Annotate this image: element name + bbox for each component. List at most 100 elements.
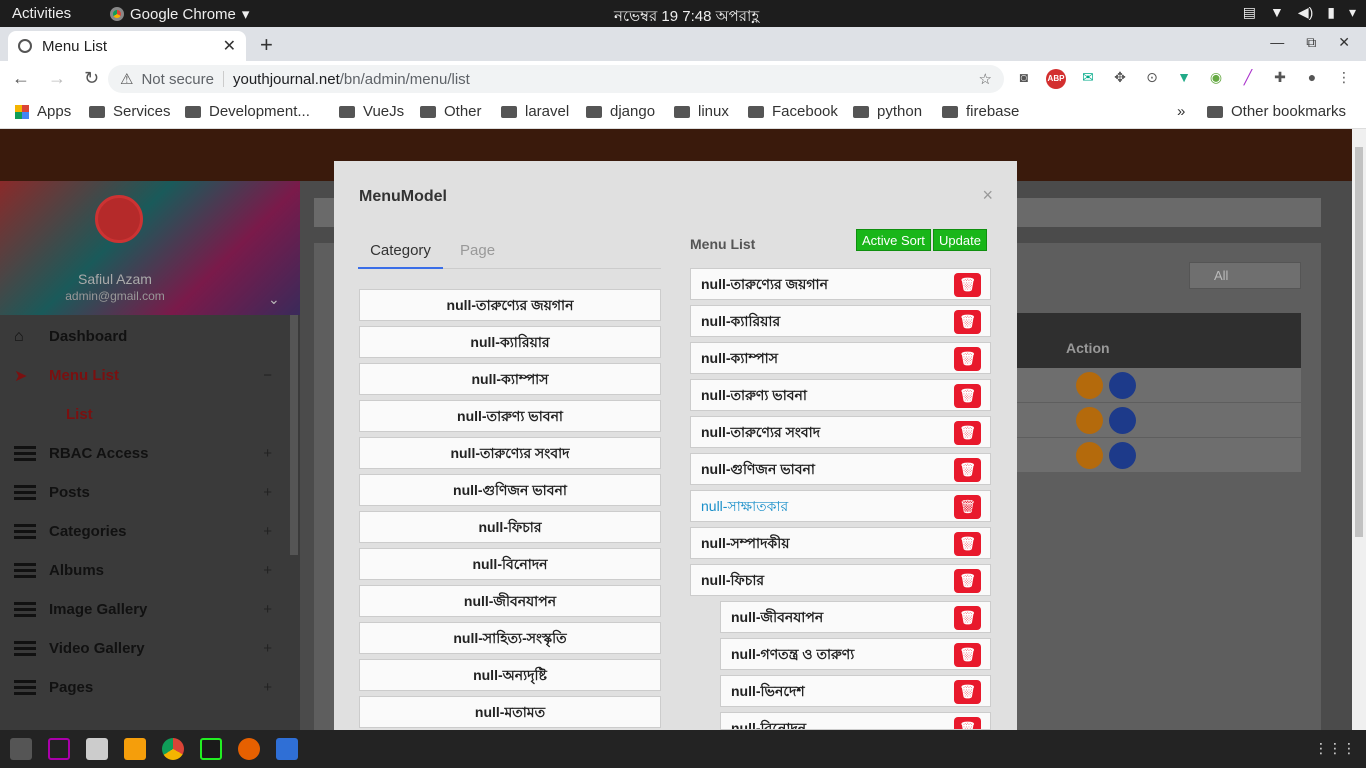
menu-list-item[interactable]: null-ফিচার 🗑 bbox=[690, 564, 991, 596]
menu-list-item[interactable]: null-তারুণ্য ভাবনা 🗑 bbox=[690, 379, 991, 411]
chevron-down-icon[interactable]: ⌄ bbox=[268, 291, 280, 308]
sidebar-item-dashboard[interactable]: ⌂ Dashboard bbox=[0, 317, 290, 356]
profile-icon[interactable]: ● bbox=[1302, 69, 1322, 89]
sublime-icon[interactable] bbox=[124, 738, 146, 760]
page-scrollbar[interactable] bbox=[1352, 129, 1366, 730]
expand-icon[interactable]: + bbox=[263, 445, 272, 462]
bookmark-star-icon[interactable]: ☆ bbox=[979, 70, 992, 88]
firefox-icon[interactable] bbox=[238, 738, 260, 760]
reload-icon[interactable]: ↻ bbox=[84, 68, 99, 89]
bookmark-services[interactable]: Services bbox=[89, 103, 171, 120]
sidebar-item-video-gallery[interactable]: Video Gallery + bbox=[0, 629, 290, 668]
omnibox[interactable]: ⚠ Not secure youthjournal.net/bn/admin/m… bbox=[108, 65, 1004, 93]
volume-icon[interactable]: ◀) bbox=[1298, 4, 1313, 21]
sidebar-item-pages[interactable]: Pages + bbox=[0, 668, 290, 707]
power-menu-icon[interactable]: ▾ bbox=[1349, 4, 1356, 21]
category-item[interactable]: null-ক্যাম্পাস bbox=[359, 363, 661, 395]
tab-page[interactable]: Page bbox=[460, 237, 495, 265]
trash-icon[interactable]: 🗑 bbox=[954, 717, 981, 729]
menu-list-item[interactable]: null-তারুণ্যের জয়গান 🗑 bbox=[690, 268, 991, 300]
sidebar-item-menu-list[interactable]: ➤ Menu List − bbox=[0, 356, 290, 395]
menu-list-item[interactable]: null-গুণিজন ভাবনা 🗑 bbox=[690, 453, 991, 485]
active-sort-button[interactable]: Active Sort bbox=[856, 229, 931, 251]
category-item[interactable]: null-অন্যদৃষ্টি bbox=[359, 659, 661, 691]
expand-icon[interactable]: + bbox=[263, 679, 272, 696]
menu-sub-item[interactable]: null-গণতন্ত্র ও তারুণ্য 🗑 bbox=[720, 638, 991, 670]
sidebar-item-categories[interactable]: Categories + bbox=[0, 512, 290, 551]
minimize-icon[interactable]: — bbox=[1270, 34, 1284, 51]
sidebar-item-albums[interactable]: Albums + bbox=[0, 551, 290, 590]
menu-list-item[interactable]: null-ক্যারিয়ার 🗑 bbox=[690, 305, 991, 337]
camera-icon[interactable]: ◙ bbox=[1014, 69, 1034, 89]
tab-category[interactable]: Category bbox=[358, 237, 443, 269]
back-icon[interactable]: ← bbox=[12, 68, 30, 89]
avatar[interactable] bbox=[95, 195, 143, 243]
maximize-icon[interactable]: ⧉ bbox=[1306, 34, 1316, 51]
edit-icon[interactable] bbox=[1076, 372, 1103, 399]
category-item[interactable]: null-বিনোদন bbox=[359, 548, 661, 580]
sidebar-item-rbac-access[interactable]: RBAC Access + bbox=[0, 434, 290, 473]
list-icon[interactable] bbox=[1109, 442, 1136, 469]
activities-button[interactable]: Activities bbox=[12, 5, 71, 22]
menu-sub-item[interactable]: null-জীবনযাপন 🗑 bbox=[720, 601, 991, 633]
trash-icon[interactable]: 🗑 bbox=[954, 347, 981, 371]
color-icon[interactable]: ◉ bbox=[1206, 69, 1226, 89]
forward-icon[interactable]: → bbox=[48, 68, 66, 89]
close-tab-icon[interactable]: ✕ bbox=[223, 36, 236, 56]
expand-icon[interactable]: + bbox=[263, 640, 272, 657]
bookmark-linux[interactable]: linux bbox=[674, 103, 729, 120]
expand-icon[interactable]: + bbox=[263, 601, 272, 618]
update-button[interactable]: Update bbox=[933, 229, 987, 251]
trash-icon[interactable]: 🗑 bbox=[954, 458, 981, 482]
filter-select[interactable]: All bbox=[1189, 262, 1301, 289]
url-path[interactable]: /bn/admin/menu/list bbox=[340, 71, 470, 88]
move-icon[interactable]: ✥ bbox=[1110, 69, 1130, 89]
menu-list-item[interactable]: null-ক্যাম্পাস 🗑 bbox=[690, 342, 991, 374]
bookmark-firebase[interactable]: firebase bbox=[942, 103, 1019, 120]
menu-list-item[interactable]: null-তারুণ্যের সংবাদ 🗑 bbox=[690, 416, 991, 448]
kebab-menu-icon[interactable]: ⋮ bbox=[1334, 69, 1354, 89]
category-item[interactable]: null-সাহিত্য-সংস্কৃতি bbox=[359, 622, 661, 654]
menu-list-item[interactable]: null-সম্পাদকীয় 🗑 bbox=[690, 527, 991, 559]
bookmark-python[interactable]: python bbox=[853, 103, 922, 120]
trash-icon[interactable]: 🗑 bbox=[954, 680, 981, 704]
trash-icon[interactable]: 🗑 bbox=[954, 310, 981, 334]
bookmark-other[interactable]: Other bbox=[420, 103, 482, 120]
mail-icon[interactable]: ✉ bbox=[1078, 69, 1098, 89]
warning-icon[interactable]: ⚠ bbox=[120, 70, 133, 88]
menu-sub-item[interactable]: null-বিনোদন 🗑 bbox=[720, 712, 991, 730]
category-item[interactable]: null-তারুণ্যের সংবাদ bbox=[359, 437, 661, 469]
close-modal-icon[interactable]: × bbox=[982, 185, 993, 206]
edit-icon[interactable] bbox=[1076, 407, 1103, 434]
tab-menu-list[interactable]: Menu List ✕ bbox=[8, 31, 246, 61]
battery-icon[interactable]: ▮ bbox=[1327, 4, 1335, 21]
new-tab-icon[interactable]: + bbox=[260, 32, 273, 58]
expand-icon[interactable]: + bbox=[263, 562, 272, 579]
expand-icon[interactable]: + bbox=[263, 523, 272, 540]
bookmark-django[interactable]: django bbox=[586, 103, 655, 120]
trash-icon[interactable]: 🗑 bbox=[954, 606, 981, 630]
menu-sub-item[interactable]: null-ভিনদেশ 🗑 bbox=[720, 675, 991, 707]
trash-icon[interactable]: 🗑 bbox=[954, 643, 981, 667]
trash-icon[interactable]: 🗑 bbox=[954, 569, 981, 593]
bookmark-vuejs[interactable]: VueJs bbox=[339, 103, 404, 120]
notes-icon[interactable]: ▤ bbox=[1243, 4, 1256, 21]
category-item[interactable]: null-ক্যারিয়ার bbox=[359, 326, 661, 358]
trash-icon[interactable]: 🗑 bbox=[954, 532, 981, 556]
chrome-taskbar-icon[interactable] bbox=[162, 738, 184, 760]
sidebar-scrollbar[interactable] bbox=[290, 315, 298, 555]
pen-icon[interactable]: ╱ bbox=[1238, 69, 1258, 89]
bookmark-laravel[interactable]: laravel bbox=[501, 103, 569, 120]
category-item[interactable]: null-ফিচার bbox=[359, 511, 661, 543]
not-secure-label[interactable]: Not secure bbox=[141, 71, 214, 88]
category-item[interactable]: null-তারুণ্যের জয়গান bbox=[359, 289, 661, 321]
trash-icon[interactable]: 🗑 bbox=[954, 421, 981, 445]
files-icon[interactable] bbox=[86, 738, 108, 760]
bookmark-other-bookmarks[interactable]: Other bookmarks bbox=[1207, 103, 1346, 120]
code-icon[interactable]: ⊙ bbox=[1142, 69, 1162, 89]
list-icon[interactable] bbox=[1109, 407, 1136, 434]
trash-icon[interactable]: 🗑 bbox=[954, 384, 981, 408]
terminal-app-icon[interactable] bbox=[48, 738, 70, 760]
collapse-icon[interactable]: − bbox=[263, 367, 272, 384]
close-window-icon[interactable]: ✕ bbox=[1338, 34, 1350, 51]
